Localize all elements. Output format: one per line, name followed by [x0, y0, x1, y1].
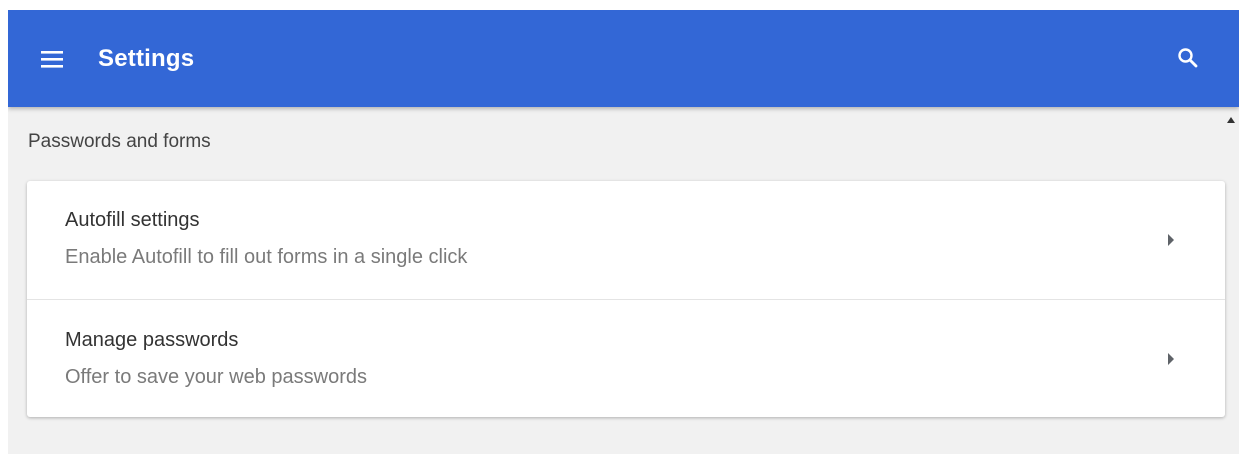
passwords-and-forms-card: Autofill settings Enable Autofill to fil…	[27, 181, 1225, 417]
page-title: Settings	[98, 45, 195, 72]
hamburger-menu-icon	[41, 51, 63, 68]
settings-window: Settings Passwords and forms Autofill se…	[8, 10, 1239, 454]
search-icon	[1178, 48, 1198, 68]
manage-passwords-label: Manage passwords	[65, 329, 239, 351]
chevron-right-icon	[1168, 353, 1174, 365]
search-button[interactable]	[1170, 40, 1206, 76]
menu-button[interactable]	[34, 41, 70, 77]
section-title: Passwords and forms	[28, 131, 211, 152]
manage-passwords-row[interactable]: Manage passwords Offer to save your web …	[27, 299, 1225, 417]
chevron-right-icon	[1168, 234, 1174, 246]
autofill-settings-label: Autofill settings	[65, 209, 200, 231]
toolbar: Settings	[8, 10, 1239, 107]
manage-passwords-description: Offer to save your web passwords	[65, 366, 367, 388]
autofill-settings-description: Enable Autofill to fill out forms in a s…	[65, 246, 468, 268]
scroll-up-arrow-icon[interactable]	[1227, 117, 1235, 123]
autofill-settings-row[interactable]: Autofill settings Enable Autofill to fil…	[27, 181, 1225, 299]
